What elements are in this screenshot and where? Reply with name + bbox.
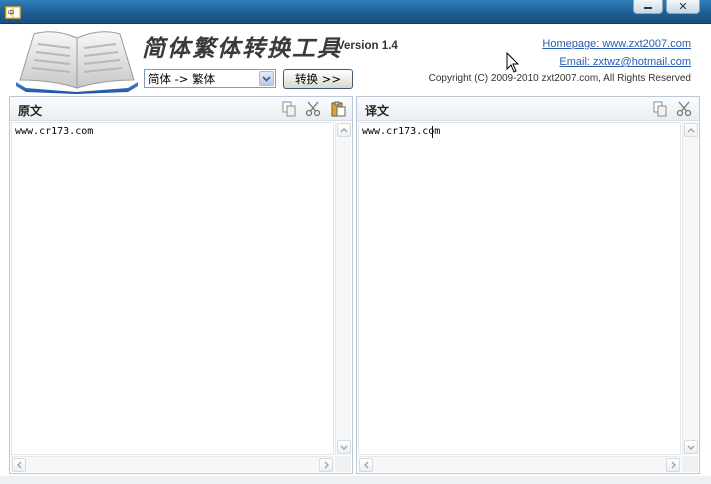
chevron-down-icon[interactable] <box>259 71 274 86</box>
email-link[interactable]: Email: zxtwz@hotmail.com <box>559 56 691 68</box>
svg-text:中: 中 <box>8 9 14 17</box>
app-icon: 中 <box>4 5 22 20</box>
scroll-left-icon[interactable] <box>359 458 373 472</box>
conversion-mode-select[interactable]: 简体 -> 繁体 <box>144 69 276 88</box>
mouse-cursor-icon <box>506 52 520 73</box>
target-text-area[interactable]: www.cr173.com <box>358 122 681 455</box>
target-panel-title: 译文 <box>365 104 390 118</box>
window-bottom-edge <box>0 476 711 484</box>
cut-icon[interactable] <box>305 101 321 117</box>
scroll-up-icon[interactable] <box>337 123 351 137</box>
target-panel-header: 译文 <box>357 97 699 121</box>
app-header: 简体繁体转换工具 Version 1.4 简体 -> 繁体 转换 >> Home… <box>0 24 711 96</box>
window-title-bar[interactable]: 中 ✕ <box>0 0 711 24</box>
close-button[interactable]: ✕ <box>666 0 700 14</box>
paste-icon[interactable] <box>330 101 346 117</box>
source-panel-title: 原文 <box>18 104 43 118</box>
scrollbar-corner <box>682 456 698 472</box>
target-panel: 译文 www.cr173.com <box>356 96 700 474</box>
close-icon: ✕ <box>678 0 688 13</box>
source-text: www.cr173.com <box>15 126 94 137</box>
source-horizontal-scrollbar[interactable] <box>11 456 334 472</box>
scroll-up-icon[interactable] <box>684 123 698 137</box>
target-horizontal-scrollbar[interactable] <box>358 456 681 472</box>
scroll-left-icon[interactable] <box>12 458 26 472</box>
target-vertical-scrollbar[interactable] <box>682 122 698 455</box>
copy-icon[interactable] <box>652 101 668 117</box>
scrollbar-corner <box>335 456 351 472</box>
app-title: 简体繁体转换工具 <box>142 35 342 62</box>
source-vertical-scrollbar[interactable] <box>335 122 351 455</box>
scroll-down-icon[interactable] <box>337 440 351 454</box>
source-panel-header: 原文 <box>10 97 352 121</box>
text-caret <box>432 126 433 138</box>
cut-icon[interactable] <box>676 101 692 117</box>
minimize-button[interactable] <box>633 0 663 14</box>
scroll-right-icon[interactable] <box>666 458 680 472</box>
book-logo <box>16 31 138 94</box>
target-text: www.cr173.com <box>362 126 441 137</box>
minimize-icon <box>644 6 652 9</box>
conversion-mode-value: 简体 -> 繁体 <box>148 72 216 86</box>
version-label: Version 1.4 <box>337 40 398 52</box>
source-text-area[interactable]: www.cr173.com <box>11 122 334 455</box>
homepage-link[interactable]: Homepage: www.zxt2007.com <box>542 38 691 50</box>
scroll-right-icon[interactable] <box>319 458 333 472</box>
scroll-down-icon[interactable] <box>684 440 698 454</box>
convert-button[interactable]: 转换 >> <box>283 69 353 89</box>
copyright-text: Copyright (C) 2009-2010 zxt2007.com, All… <box>428 73 691 84</box>
source-panel: 原文 www.cr173.com <box>9 96 353 474</box>
copy-icon[interactable] <box>281 101 297 117</box>
